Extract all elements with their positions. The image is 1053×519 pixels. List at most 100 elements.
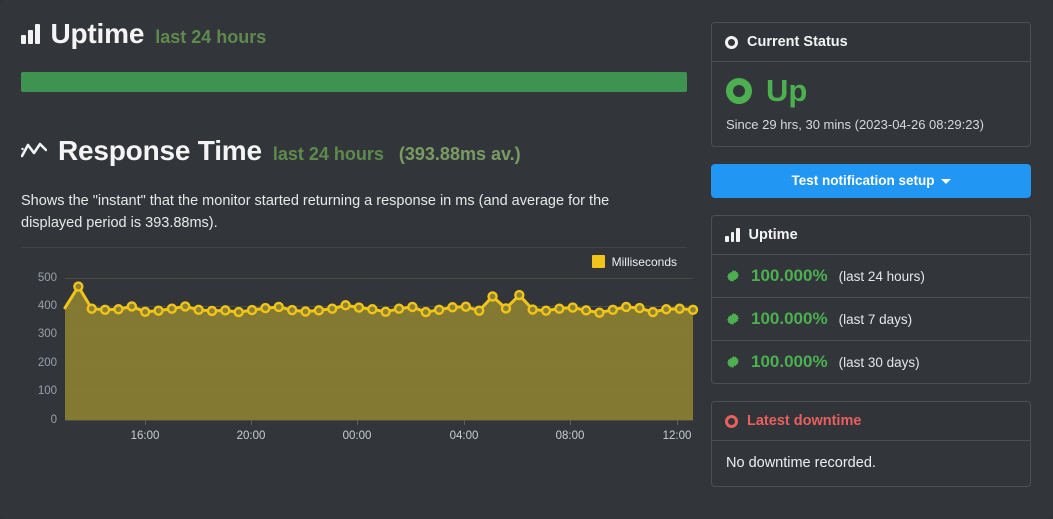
chart-data-point[interactable]: [422, 308, 430, 316]
chart-plot-area: 0100200300400500 16:0020:0000:0004:0008:…: [65, 278, 693, 420]
x-axis-tick-mark: [145, 420, 146, 425]
chart-data-point[interactable]: [275, 302, 283, 310]
chart-data-point[interactable]: [342, 301, 350, 309]
uptime-status-bar[interactable]: [21, 72, 687, 92]
y-axis-tick-label: 300: [38, 328, 57, 340]
uptime-row: 100.000% (last 30 days): [712, 341, 1030, 383]
uptime-row: 100.000% (last 7 days): [712, 298, 1030, 341]
uptime-panel: Uptime 100.000% (last 24 hours) 100.000%…: [711, 215, 1031, 384]
bar-chart-icon: [725, 228, 740, 242]
uptime-percent: 100.000%: [751, 352, 828, 372]
current-status-panel: Current Status Up Since 29 hrs, 30 mins …: [711, 22, 1031, 147]
y-axis-tick-label: 200: [38, 357, 57, 369]
chart-data-point[interactable]: [622, 302, 630, 310]
chart-data-point[interactable]: [101, 305, 109, 313]
current-status-header: Current Status: [712, 23, 1030, 62]
sidebar: Current Status Up Since 29 hrs, 30 mins …: [711, 22, 1031, 504]
x-axis-tick-label: 00:00: [343, 430, 372, 442]
response-time-section-header: Response Time last 24 hours (393.88ms av…: [21, 135, 687, 167]
x-axis-tick-label: 16:00: [131, 430, 160, 442]
chart-data-point[interactable]: [302, 307, 310, 315]
x-axis-tick-label: 08:00: [556, 430, 585, 442]
chart-data-point[interactable]: [328, 304, 336, 312]
chart-data-point[interactable]: [395, 304, 403, 312]
chart-data-point[interactable]: [475, 306, 483, 314]
current-status-body: Up Since 29 hrs, 30 mins (2023-04-26 08:…: [712, 62, 1030, 146]
uptime-percent: 100.000%: [751, 309, 828, 329]
uptime-period: (last 7 days): [839, 312, 913, 327]
chart-data-point[interactable]: [261, 304, 269, 312]
chart-data-point[interactable]: [181, 302, 189, 310]
chart-data-point[interactable]: [74, 282, 82, 290]
latest-downtime-header: Latest downtime: [712, 402, 1030, 441]
chart-data-point[interactable]: [288, 306, 296, 314]
chart-data-point[interactable]: [195, 305, 203, 313]
chart-data-point[interactable]: [462, 302, 470, 310]
chart-data-point[interactable]: [208, 306, 216, 314]
chart-data-point[interactable]: [595, 308, 603, 316]
legend-swatch-milliseconds: [592, 255, 605, 268]
x-axis-tick-label: 20:00: [237, 430, 266, 442]
x-axis-tick-mark: [677, 420, 678, 425]
test-notification-setup-label: Test notification setup: [791, 173, 934, 188]
uptime-title: Uptime: [51, 18, 145, 50]
chart-data-point[interactable]: [141, 307, 149, 315]
chart-data-point[interactable]: [435, 305, 443, 313]
cog-icon: [726, 355, 740, 369]
y-axis-tick-label: 400: [38, 300, 57, 312]
chart-data-point[interactable]: [448, 303, 456, 311]
chart-data-point[interactable]: [529, 305, 537, 313]
chart-data-point[interactable]: [542, 306, 550, 314]
chart-data-point[interactable]: [155, 306, 163, 314]
chart-data-point[interactable]: [315, 306, 323, 314]
chart-data-point[interactable]: [114, 305, 122, 313]
chart-data-point[interactable]: [676, 304, 684, 312]
chart-data-point[interactable]: [168, 304, 176, 312]
chart-data-point[interactable]: [128, 302, 136, 310]
chart-data-point[interactable]: [382, 307, 390, 315]
x-axis-tick-mark: [464, 420, 465, 425]
uptime-panel-header: Uptime: [712, 216, 1030, 255]
x-axis-tick-label: 12:00: [663, 430, 692, 442]
x-axis-tick-mark: [570, 420, 571, 425]
status-badge: Up: [766, 75, 807, 106]
response-time-chart: Milliseconds 0100200300400500 16:0020:00…: [21, 247, 687, 447]
chart-data-point[interactable]: [368, 305, 376, 313]
chart-data-point[interactable]: [689, 305, 697, 313]
response-time-average: (393.88ms av.): [399, 144, 521, 165]
chart-data-point[interactable]: [582, 306, 590, 314]
uptime-section-header: Uptime last 24 hours: [21, 18, 687, 50]
chart-series-milliseconds: [65, 278, 693, 420]
chart-data-point[interactable]: [609, 305, 617, 313]
x-axis-tick-mark: [357, 420, 358, 425]
chart-data-point[interactable]: [355, 303, 363, 311]
chart-data-point[interactable]: [636, 304, 644, 312]
chart-data-point[interactable]: [408, 302, 416, 310]
cog-icon: [726, 269, 740, 283]
cog-icon: [726, 312, 740, 326]
main-column: Uptime last 24 hours Response Time last …: [21, 18, 687, 447]
response-time-title: Response Time: [58, 135, 262, 167]
gridline: [65, 420, 693, 421]
chart-data-point[interactable]: [235, 308, 243, 316]
circle-dot-icon: [725, 36, 738, 49]
chart-data-point[interactable]: [248, 306, 256, 314]
response-time-subtitle: last 24 hours: [273, 144, 384, 165]
y-axis-tick-label: 100: [38, 385, 57, 397]
bar-chart-icon: [21, 24, 40, 44]
test-notification-setup-button[interactable]: Test notification setup: [711, 164, 1031, 198]
x-axis-tick-label: 04:00: [450, 430, 479, 442]
caret-down-icon: [941, 179, 951, 184]
chart-data-point[interactable]: [489, 292, 497, 300]
chart-data-point[interactable]: [221, 306, 229, 314]
chart-data-point[interactable]: [662, 305, 670, 313]
chart-data-point[interactable]: [555, 304, 563, 312]
uptime-panel-header-label: Uptime: [749, 227, 798, 243]
chart-data-point[interactable]: [502, 304, 510, 312]
chart-data-point[interactable]: [515, 291, 523, 299]
circle-dot-icon: [725, 415, 738, 428]
chart-data-point[interactable]: [649, 308, 657, 316]
chart-data-point[interactable]: [569, 303, 577, 311]
chart-data-point[interactable]: [88, 304, 96, 312]
latest-downtime-panel: Latest downtime No downtime recorded.: [711, 401, 1031, 487]
